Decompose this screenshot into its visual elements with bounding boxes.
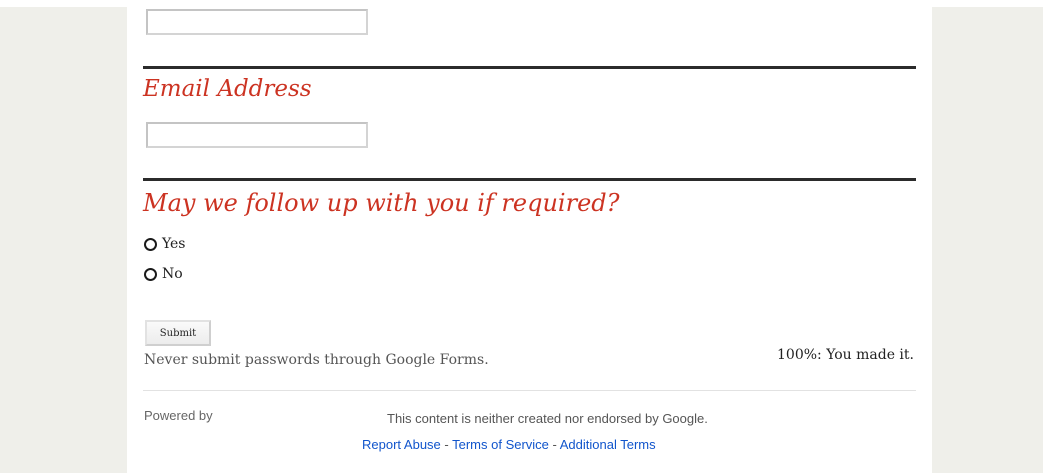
radio-option-yes[interactable]: Yes — [144, 236, 186, 252]
powered-by-text: Powered by — [144, 408, 213, 423]
section-divider-email — [143, 66, 916, 69]
password-warning: Never submit passwords through Google Fo… — [144, 352, 489, 368]
footer-links: Report Abuse - Terms of Service - Additi… — [362, 437, 656, 452]
terms-of-service-link[interactable]: Terms of Service — [452, 437, 549, 452]
page-background-right — [932, 7, 1043, 473]
disclaimer-text: This content is neither created nor endo… — [387, 411, 708, 426]
radio-label-yes: Yes — [162, 236, 186, 252]
section-divider-followup — [143, 178, 916, 181]
progress-indicator: 100%: You made it. — [777, 347, 914, 363]
radio-label-no: No — [162, 266, 183, 282]
radio-button-yes[interactable] — [144, 237, 157, 251]
report-abuse-link[interactable]: Report Abuse — [362, 437, 441, 452]
page-background-left — [0, 7, 127, 473]
form-panel — [127, 0, 932, 473]
name-field[interactable] — [146, 9, 368, 35]
radio-option-no[interactable]: No — [144, 266, 183, 282]
followup-heading: May we follow up with you if required? — [143, 189, 620, 217]
submit-button[interactable]: Submit — [145, 320, 211, 346]
link-separator: - — [440, 437, 453, 452]
footer-divider — [143, 390, 916, 391]
email-heading: Email Address — [143, 76, 312, 102]
radio-button-no[interactable] — [144, 267, 157, 281]
additional-terms-link[interactable]: Additional Terms — [560, 437, 656, 452]
email-field[interactable] — [146, 122, 368, 148]
link-separator: - — [548, 437, 560, 452]
